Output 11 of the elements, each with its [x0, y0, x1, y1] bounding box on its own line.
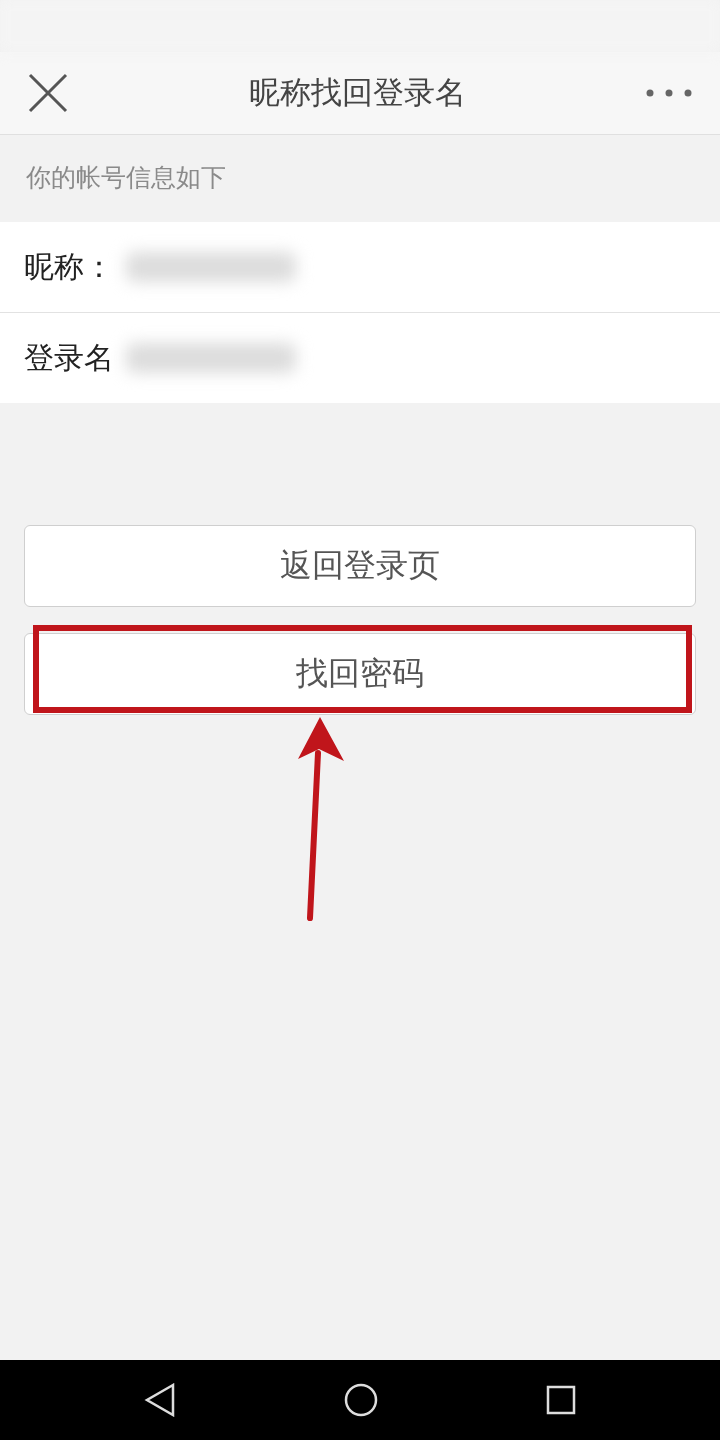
close-icon[interactable] [28, 73, 68, 113]
more-icon[interactable] [646, 89, 692, 97]
section-hint: 你的帐号信息如下 [25, 162, 227, 194]
action-button[interactable]: 找回密码 [24, 633, 696, 715]
back-icon[interactable] [144, 1383, 176, 1417]
home-icon[interactable] [344, 1383, 378, 1417]
row-label: 登录名 [24, 338, 114, 377]
recents-icon[interactable] [546, 1385, 576, 1415]
page-title: 昵称找回登录名 [248, 73, 466, 112]
action-button[interactable]: 返回登录页 [24, 525, 696, 607]
row-label: 昵称： [24, 247, 114, 286]
